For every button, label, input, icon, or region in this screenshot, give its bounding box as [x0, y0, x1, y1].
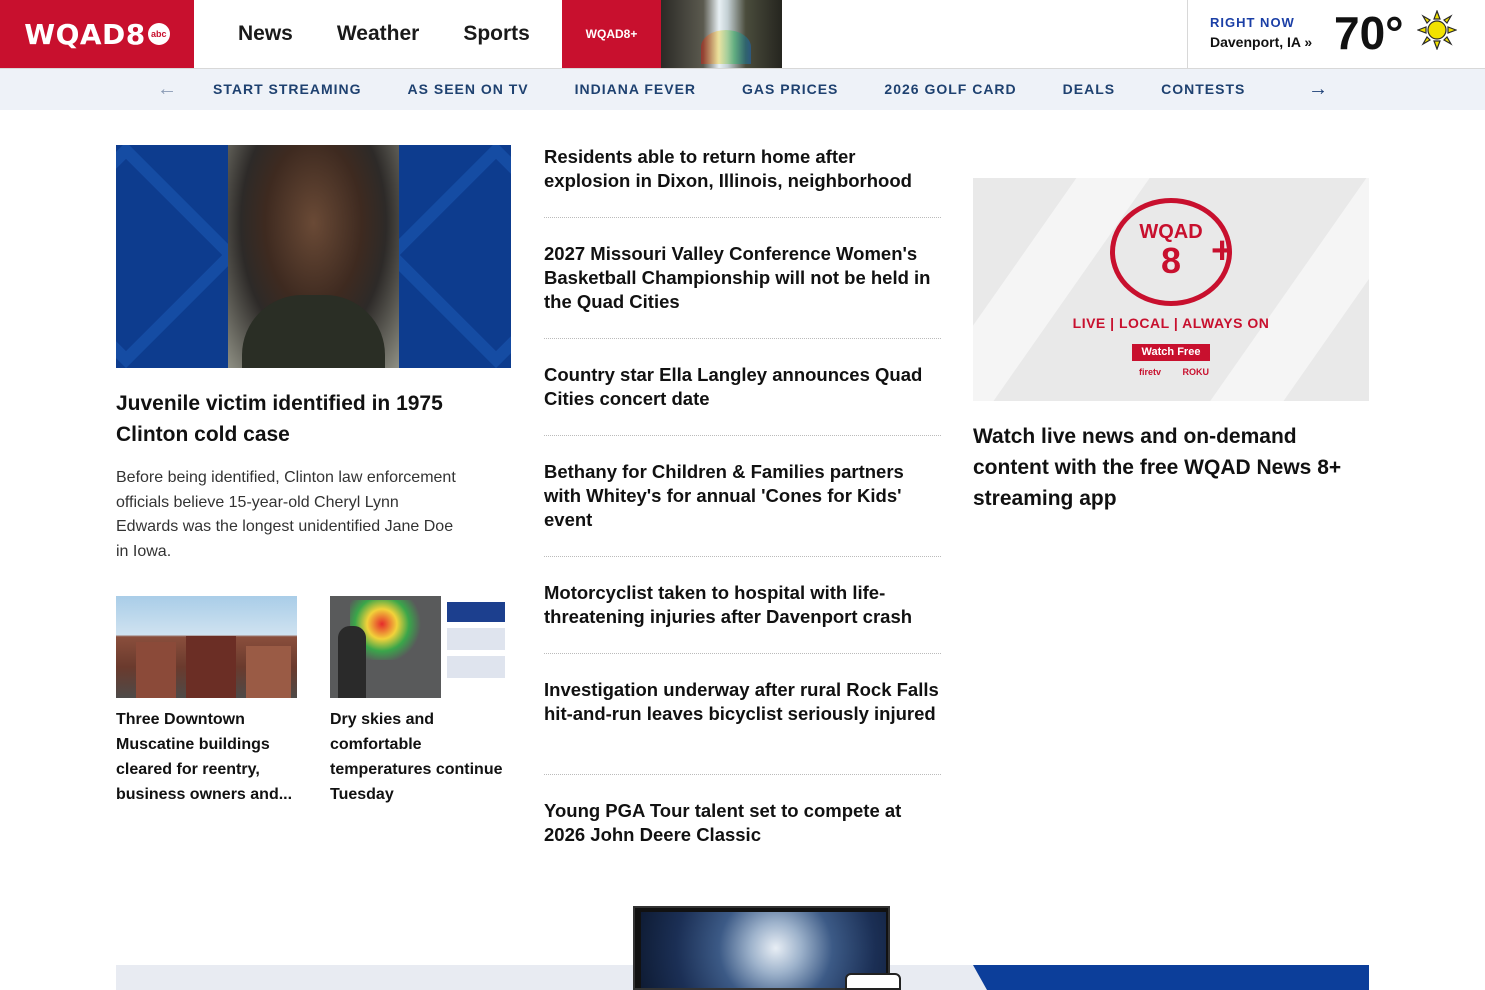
arrow-right-icon[interactable]: → [1307, 78, 1329, 100]
phone-image [845, 973, 901, 990]
hero-image[interactable] [116, 145, 511, 368]
list-item[interactable]: Bethany for Children & Families partners… [544, 436, 941, 557]
site-logo[interactable]: WQAD8 abc [0, 0, 194, 68]
story-headline[interactable]: Young PGA Tour talent set to compete at … [544, 800, 901, 845]
current-temperature: 70° [1334, 7, 1404, 59]
subnav-item-golf-card[interactable]: 2026 GOLF CARD [884, 69, 1016, 110]
nav-item-news[interactable]: News [238, 22, 293, 46]
streaming-promo[interactable]: WQAD8+ [562, 0, 782, 68]
story-headline[interactable]: 2027 Missouri Valley Conference Women's … [544, 243, 931, 312]
subnav-item-gas-prices[interactable]: GAS PRICES [742, 69, 838, 110]
platform-logos: firetv ROKU [1139, 367, 1209, 377]
nav-item-sports[interactable]: Sports [463, 22, 530, 46]
story-headline[interactable]: Residents able to return home after expl… [544, 146, 912, 191]
plus-icon: + [1211, 230, 1234, 272]
list-item[interactable]: Motorcyclist taken to hospital with life… [544, 557, 941, 654]
list-item[interactable]: Residents able to return home after expl… [544, 145, 941, 218]
streaming-promo-logo: WQAD8+ [562, 0, 661, 68]
sun-icon [1417, 10, 1457, 50]
subnav-item-deals[interactable]: DEALS [1063, 69, 1115, 110]
sub-navigation: ← START STREAMING AS SEEN ON TV INDIANA FE… [0, 69, 1485, 110]
nav-item-weather[interactable]: Weather [337, 22, 419, 46]
list-item[interactable]: Investigation underway after rural Rock … [544, 654, 941, 775]
abc-badge: abc [147, 23, 170, 45]
headline-list: Residents able to return home after expl… [544, 145, 941, 847]
thumb-image-weather[interactable] [330, 596, 511, 698]
thumb-headline-muscatine[interactable]: Three Downtown Muscatine buildings clear… [116, 707, 297, 807]
subnav-item-contests[interactable]: CONTESTS [1161, 69, 1245, 110]
arrow-left-icon[interactable]: ← [156, 78, 178, 100]
weather-city-link[interactable]: Davenport, IA » [1210, 34, 1312, 50]
victim-photo [228, 145, 399, 368]
promo-tagline: LIVE | LOCAL | ALWAYS ON [1072, 315, 1270, 331]
bottom-banner-accent [973, 965, 1369, 990]
waterfall-image [661, 0, 782, 68]
list-item[interactable]: Country star Ella Langley announces Quad… [544, 339, 941, 436]
story-headline[interactable]: Bethany for Children & Families partners… [544, 461, 904, 530]
logo-text: WQAD8 [24, 17, 146, 51]
firetv-logo: firetv [1139, 367, 1162, 377]
subnav-item-as-seen-on-tv[interactable]: AS SEEN ON TV [408, 69, 529, 110]
roku-logo: ROKU [1182, 367, 1210, 377]
hero-headline[interactable]: Juvenile victim identified in 1975 Clint… [116, 388, 511, 450]
main-nav: News Weather Sports [216, 0, 552, 68]
watch-free-button[interactable]: Watch Free [1132, 344, 1210, 361]
thumb-image-muscatine[interactable] [116, 596, 297, 698]
story-headline[interactable]: Investigation underway after rural Rock … [544, 679, 939, 724]
site-header: WQAD8 abc News Weather Sports WQAD8+ RIG… [0, 0, 1485, 69]
subnav-item-start-streaming[interactable]: START STREAMING [213, 69, 362, 110]
subnav-list: START STREAMING AS SEEN ON TV INDIANA FEVE… [190, 69, 1290, 110]
streaming-app-promo[interactable]: WQAD 8 + LIVE | LOCAL | ALWAYS ON Watch … [973, 178, 1369, 401]
subnav-item-indiana-fever[interactable]: INDIANA FEVER [575, 69, 696, 110]
story-headline[interactable]: Motorcyclist taken to hospital with life… [544, 582, 912, 627]
right-now-label: RIGHT NOW [1210, 15, 1295, 30]
list-item[interactable]: 2027 Missouri Valley Conference Women's … [544, 218, 941, 339]
thumb-headline-weather[interactable]: Dry skies and comfortable temperatures c… [330, 707, 511, 807]
weather-widget[interactable]: RIGHT NOW Davenport, IA » 70° [1187, 0, 1485, 68]
list-item[interactable]: Young PGA Tour talent set to compete at … [544, 775, 941, 847]
promo-headline[interactable]: Watch live news and on-demand content wi… [973, 421, 1373, 514]
story-headline[interactable]: Country star Ella Langley announces Quad… [544, 364, 922, 409]
hero-description: Before being identified, Clinton law enf… [116, 469, 456, 560]
